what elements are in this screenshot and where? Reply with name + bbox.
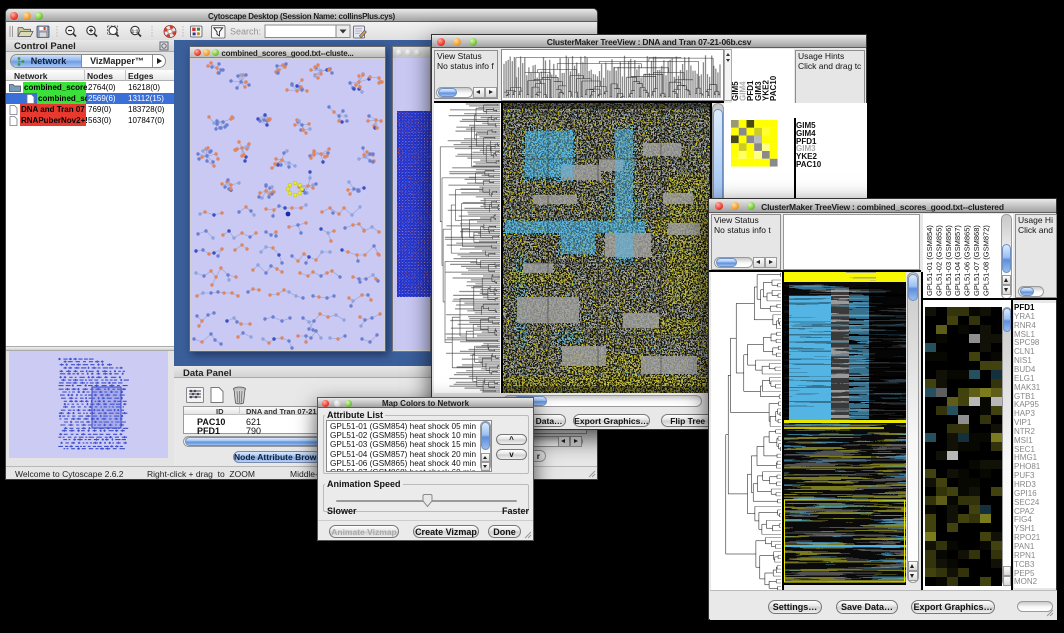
svg-text:Search:: Search: <box>230 27 261 37</box>
svg-text:GPL51-02 (GSM855): GPL51-02 (GSM855) <box>934 225 943 296</box>
svg-text:1:1: 1:1 <box>132 28 139 33</box>
svg-text:GPL51-08 (GSM872): GPL51-08 (GSM872) <box>981 225 990 296</box>
svg-text:GPL51-06 (GSM865): GPL51-06 (GSM865) <box>963 225 972 296</box>
svg-text:GPL51-03 (GSM856): GPL51-03 (GSM856) <box>944 225 953 296</box>
svg-text:GPL51-01 (GSM854): GPL51-01 (GSM854) <box>925 225 934 296</box>
svg-text:GPL51-04 (GSM857): GPL51-04 (GSM857) <box>953 225 962 296</box>
svg-text:PAC10: PAC10 <box>769 75 778 101</box>
svg-text:GPL51-07 (GSM868): GPL51-07 (GSM868) <box>972 225 981 296</box>
